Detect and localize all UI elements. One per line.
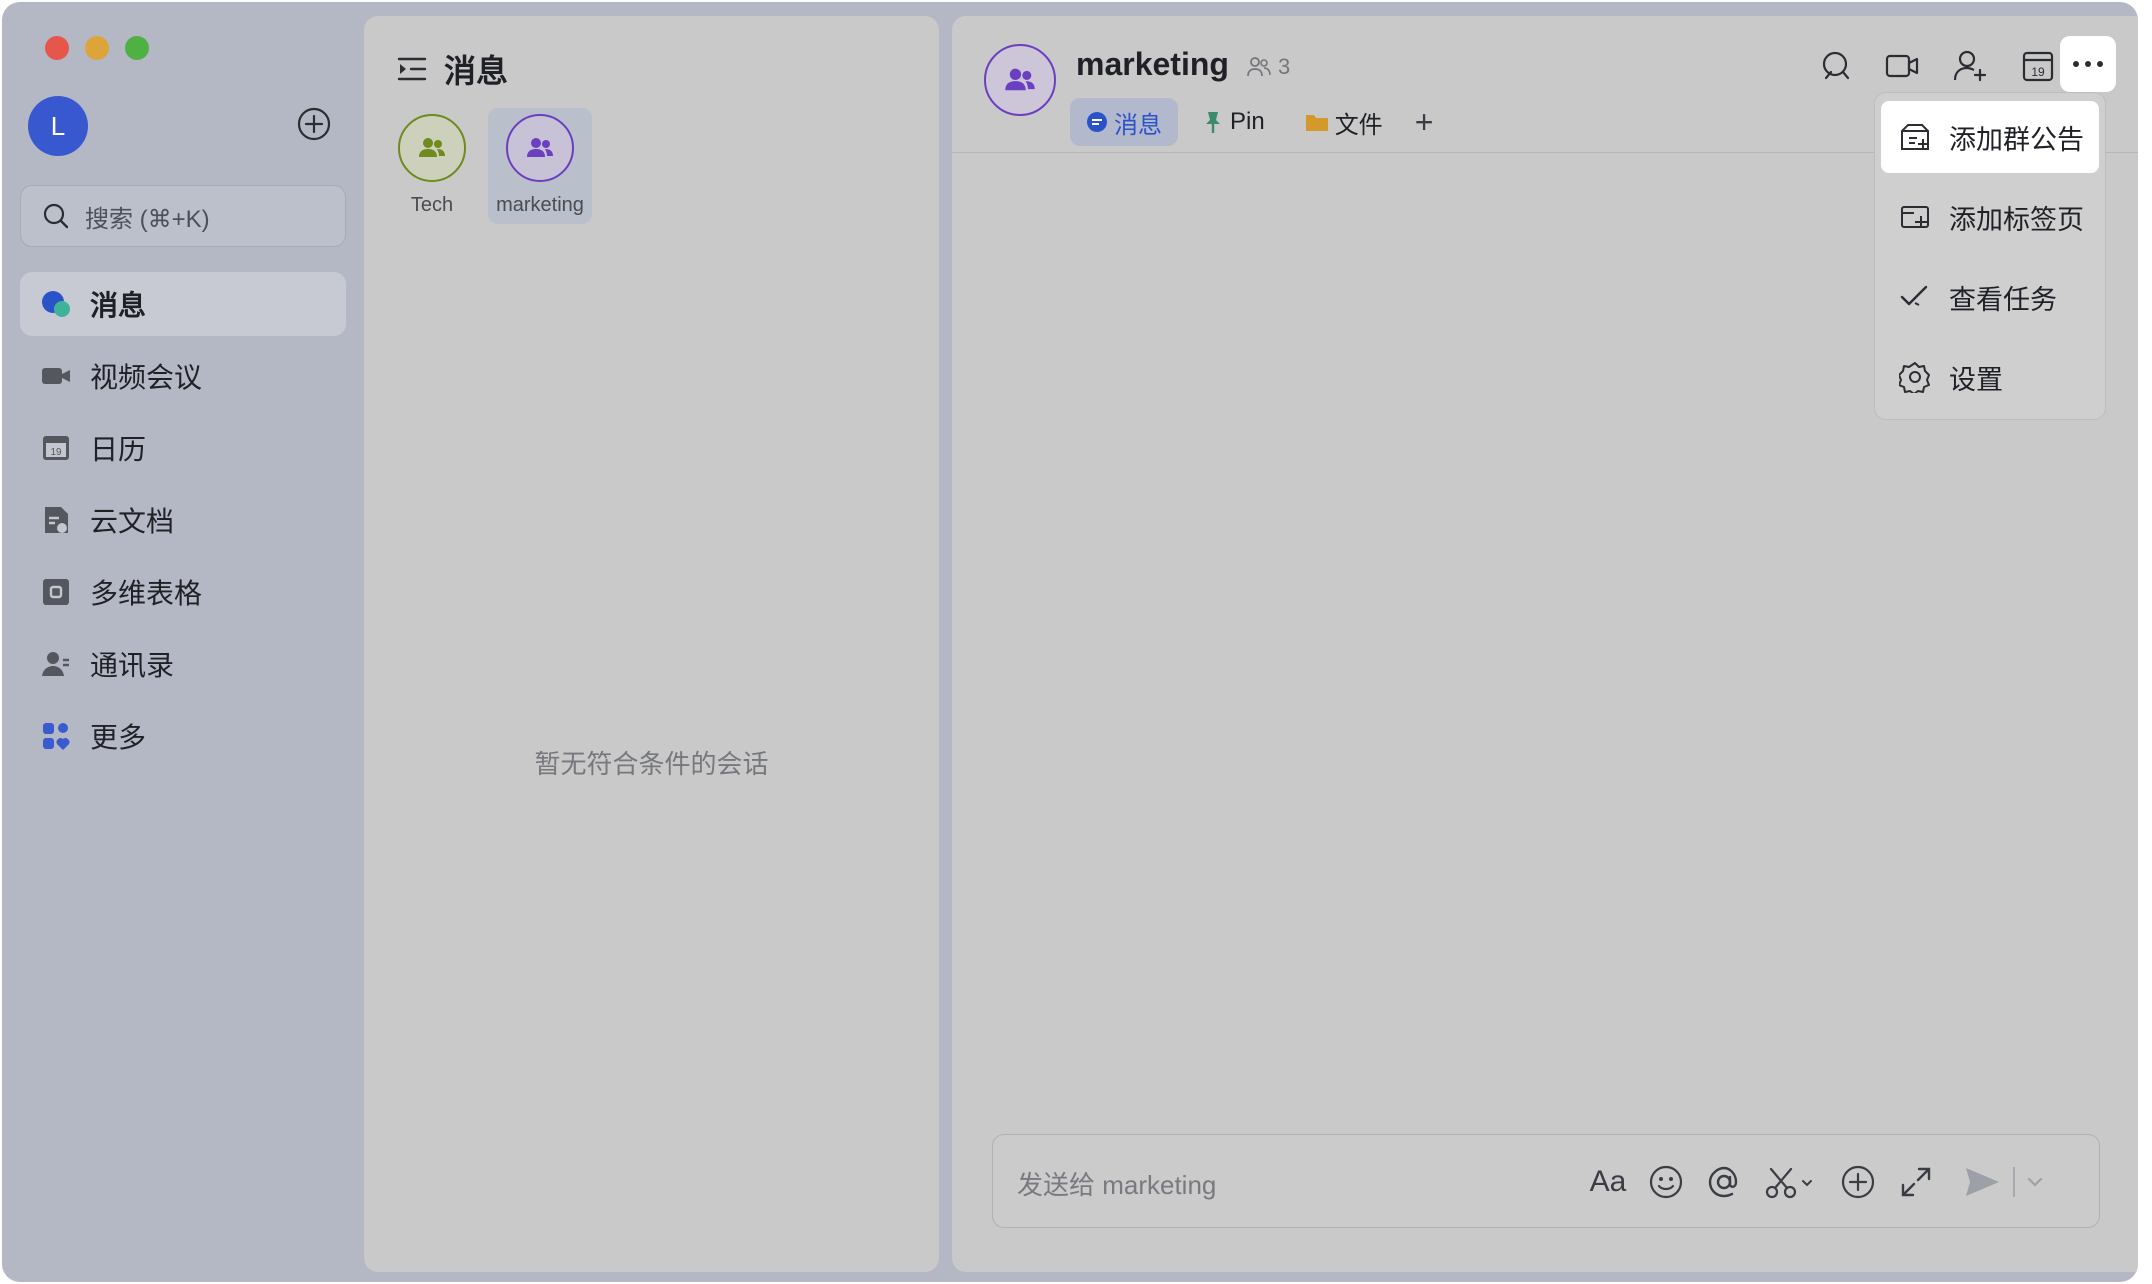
zoom-window-button[interactable]	[125, 36, 149, 60]
chat-bubble-icon	[40, 288, 72, 320]
pin-icon	[1202, 110, 1224, 134]
pinned-chat-tech[interactable]: Tech	[380, 108, 484, 224]
menu-item-label: 设置	[1949, 364, 2003, 395]
sidebar-item-label: 消息	[90, 290, 147, 321]
apps-more-icon	[40, 720, 72, 752]
sidebar-item-cloud-docs[interactable]: 云文档	[20, 488, 346, 552]
search-placeholder: 搜索 (⌘+K)	[85, 205, 210, 233]
pinned-chat-marketing[interactable]: marketing	[488, 108, 592, 224]
menu-item-label: 查看任务	[1949, 284, 2057, 315]
more-button[interactable]	[2060, 36, 2116, 92]
pinned-chat-name: marketing	[496, 194, 584, 216]
more-menu: 添加群公告 添加标签页 查看任务 设置	[1874, 92, 2106, 420]
sidebar-item-label: 更多	[90, 722, 147, 753]
search-icon	[43, 203, 69, 229]
mention-icon[interactable]	[1705, 1163, 1743, 1201]
tab-messages[interactable]: 消息	[1070, 98, 1178, 146]
add-tab-icon	[1899, 201, 1931, 233]
announcement-icon	[1899, 121, 1931, 153]
sidebar-item-more[interactable]: 更多	[20, 704, 346, 768]
tab-pin[interactable]: Pin	[1186, 98, 1281, 146]
chat-tabs: 消息 Pin 文件 +	[1070, 98, 1433, 146]
member-count[interactable]: 3	[1246, 54, 1290, 80]
menu-item-add-announcement[interactable]: 添加群公告	[1881, 101, 2099, 173]
sidebar-item-messages[interactable]: 消息	[20, 272, 346, 336]
group-icon	[1005, 68, 1035, 91]
group-icon	[527, 138, 553, 157]
pinned-chat-name: Tech	[410, 194, 454, 216]
video-camera-icon	[40, 360, 72, 392]
expand-icon[interactable]	[1897, 1163, 1935, 1201]
svg-text:19: 19	[2031, 65, 2045, 79]
sidebar-item-contacts[interactable]: 通讯录	[20, 632, 346, 696]
cloud-doc-icon	[40, 504, 72, 536]
tab-label: Pin	[1230, 108, 1265, 135]
group-avatar	[506, 114, 574, 182]
minimize-window-button[interactable]	[85, 36, 109, 60]
tab-label: 文件	[1334, 111, 1383, 139]
calendar-icon[interactable]: 19	[2020, 48, 2056, 84]
send-icon[interactable]	[1963, 1163, 2001, 1201]
calendar-icon: 19	[40, 432, 72, 464]
close-window-button[interactable]	[45, 36, 69, 60]
send-divider	[2013, 1167, 2015, 1197]
composer-placeholder: 发送给 marketing	[1017, 1170, 1217, 1200]
video-call-icon[interactable]	[1884, 48, 1920, 84]
add-tab-button[interactable]: +	[1415, 104, 1434, 141]
sidebar-item-label: 通讯录	[90, 650, 175, 681]
search-input[interactable]: 搜索 (⌘+K)	[20, 185, 346, 247]
message-composer[interactable]: 发送给 marketing Aa	[992, 1134, 2100, 1228]
chat-list-title: 消息	[444, 53, 509, 89]
more-icon	[2073, 61, 2103, 67]
base-table-icon	[40, 576, 72, 608]
user-avatar[interactable]: L	[28, 96, 88, 156]
menu-item-settings[interactable]: 设置	[1881, 341, 2099, 413]
sidebar-item-label: 日历	[90, 434, 147, 465]
search-icon[interactable]	[1818, 48, 1854, 84]
sidebar-item-label: 视频会议	[90, 362, 203, 393]
menu-item-label: 添加标签页	[1949, 204, 2084, 235]
chat-list-header: 消息	[396, 46, 508, 92]
menu-item-label: 添加群公告	[1949, 124, 2084, 155]
add-plus-icon[interactable]	[296, 106, 332, 142]
members-icon	[1247, 57, 1271, 77]
add-attachment-icon[interactable]	[1839, 1163, 1877, 1201]
message-tab-icon	[1086, 111, 1108, 133]
sidebar-item-video-meeting[interactable]: 视频会议	[20, 344, 346, 408]
text-format-icon[interactable]: Aa	[1589, 1163, 1627, 1201]
sidebar-item-base[interactable]: 多维表格	[20, 560, 346, 624]
empty-state-text: 暂无符合条件的会话	[534, 749, 769, 779]
collapse-list-icon[interactable]	[396, 53, 428, 85]
member-count-value: 3	[1278, 54, 1291, 79]
group-icon	[419, 138, 445, 157]
chat-list-panel: 消息 Tech marketing 暂无符合条件的会话	[364, 16, 939, 1272]
svg-text:19: 19	[50, 447, 62, 458]
menu-item-add-tab[interactable]: 添加标签页	[1881, 181, 2099, 253]
group-avatar	[398, 114, 466, 182]
task-check-icon	[1899, 281, 1931, 313]
tab-label: 消息	[1114, 111, 1162, 139]
gear-icon	[1899, 361, 1931, 393]
tab-files[interactable]: 文件	[1289, 98, 1399, 146]
folder-icon	[1305, 112, 1329, 132]
sidebar-nav: 消息 视频会议 19 日历 云文档 多维表格 通讯录 更多	[20, 272, 346, 776]
screenshot-scissors-icon[interactable]	[1763, 1163, 1815, 1201]
menu-item-view-tasks[interactable]: 查看任务	[1881, 261, 2099, 333]
app-window: L 搜索 (⌘+K) 消息 视频会议 19 日历 云文档 多维表格 通讯录 更多…	[2, 2, 2138, 1282]
sidebar-item-label: 多维表格	[90, 578, 203, 609]
contacts-icon	[40, 648, 72, 680]
chat-title[interactable]: marketing	[1076, 46, 1229, 83]
add-member-icon[interactable]	[1952, 48, 1988, 84]
sidebar-item-calendar[interactable]: 19 日历	[20, 416, 346, 480]
chat-group-avatar[interactable]	[984, 44, 1056, 116]
sidebar-item-label: 云文档	[90, 506, 175, 537]
emoji-icon[interactable]	[1647, 1163, 1685, 1201]
chevron-down-icon[interactable]	[2023, 1163, 2047, 1201]
